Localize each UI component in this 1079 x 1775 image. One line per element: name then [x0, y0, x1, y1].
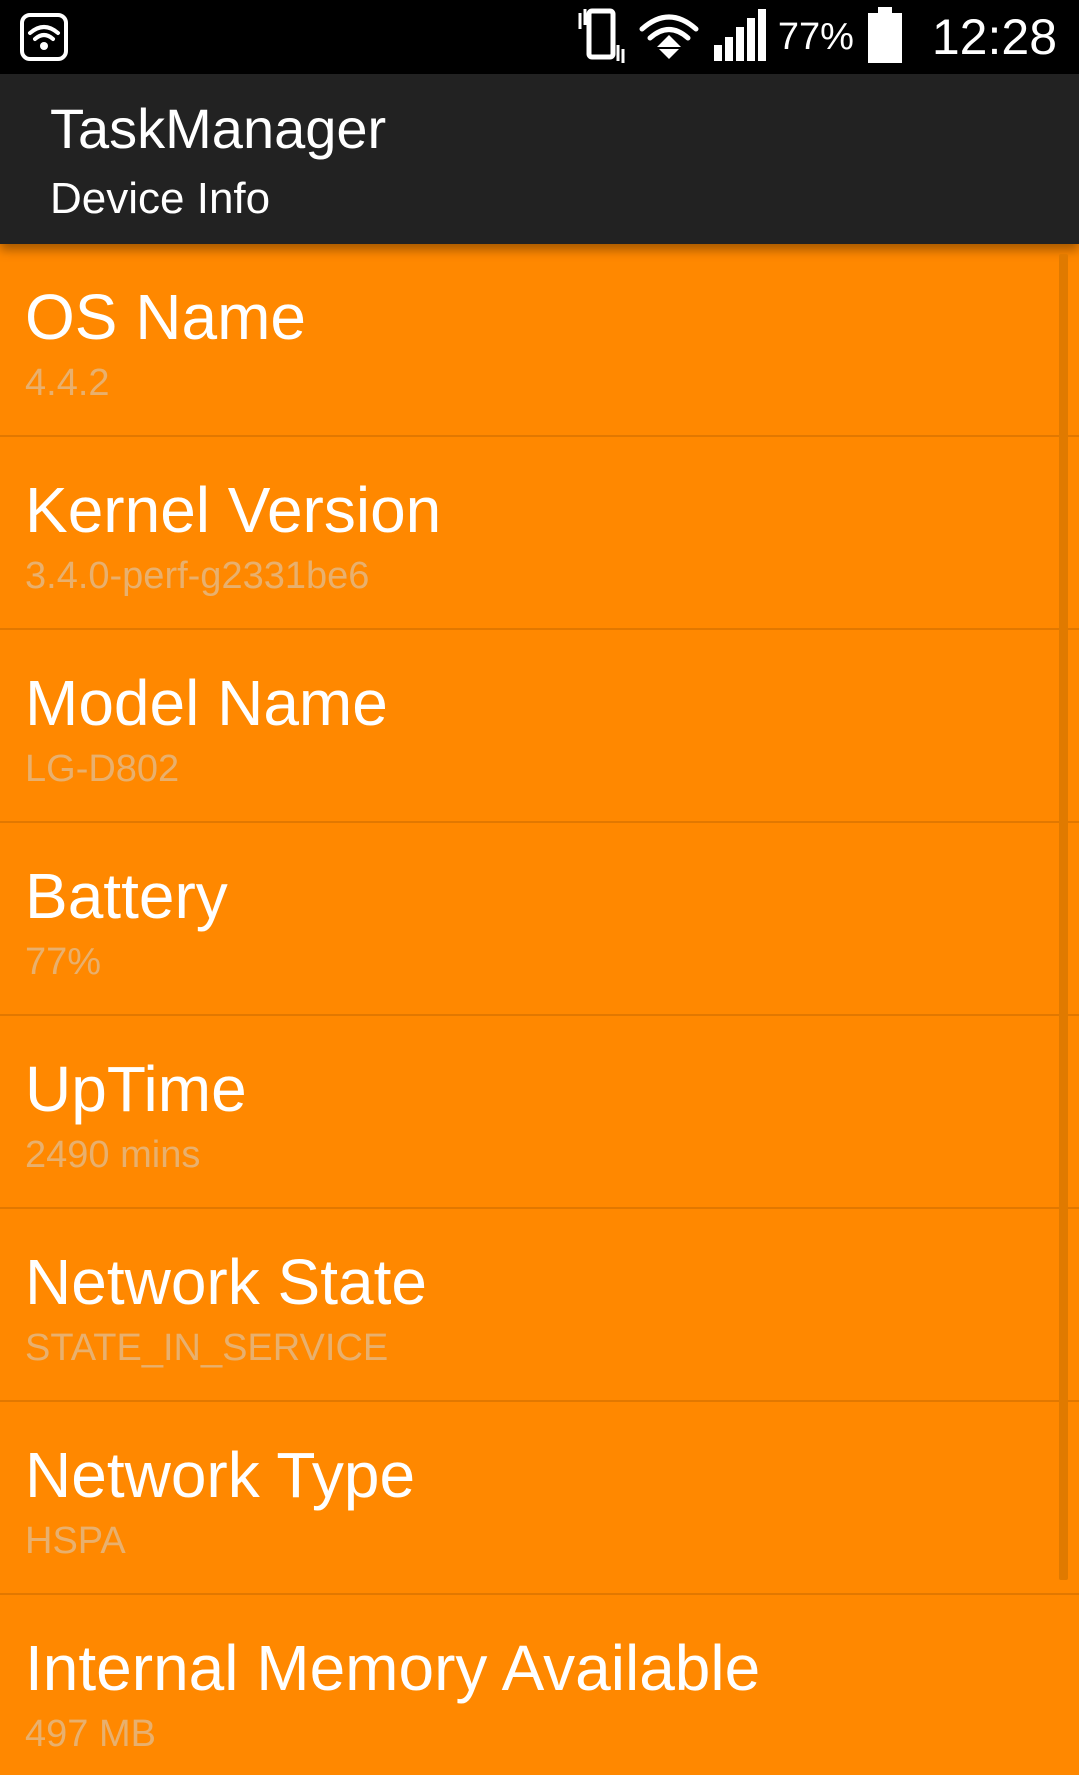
list-item-internal-memory[interactable]: Internal Memory Available 497 MB: [0, 1595, 1079, 1775]
list-item-model-name[interactable]: Model Name LG-D802: [0, 630, 1079, 823]
list-item-kernel-version[interactable]: Kernel Version 3.4.0-perf-g2331be6: [0, 437, 1079, 630]
list-item-uptime[interactable]: UpTime 2490 mins: [0, 1016, 1079, 1209]
clock: 12:28: [931, 9, 1057, 65]
item-value: HSPA: [25, 1520, 126, 1562]
scrollbar[interactable]: [1059, 254, 1068, 1580]
battery-icon: [867, 6, 902, 68]
item-title: Network State: [25, 1246, 427, 1318]
item-title: Model Name: [25, 667, 388, 739]
vibrate-icon: [576, 7, 626, 68]
item-value: 2490 mins: [25, 1134, 201, 1176]
item-title: UpTime: [25, 1053, 247, 1125]
item-value: 4.4.2: [25, 362, 110, 404]
item-title: OS Name: [25, 281, 306, 353]
status-bar: 77% 12:28: [0, 0, 1079, 74]
item-value: 77%: [25, 941, 102, 983]
item-value: STATE_IN_SERVICE: [25, 1327, 389, 1369]
list-item-battery[interactable]: Battery 77%: [0, 823, 1079, 1016]
item-title: Network Type: [25, 1439, 416, 1511]
action-bar: TaskManager Device Info: [0, 74, 1079, 244]
signal-icon: [712, 8, 766, 66]
list-item-os-name[interactable]: OS Name 4.4.2: [0, 244, 1079, 437]
status-icons: 77% 12:28: [576, 0, 1079, 74]
item-title: Internal Memory Available: [25, 1632, 761, 1704]
device-info-list[interactable]: OS Name 4.4.2 Kernel Version 3.4.0-perf-…: [0, 244, 1079, 1775]
wifi-hotspot-icon: [20, 13, 68, 61]
list-item-network-state[interactable]: Network State STATE_IN_SERVICE: [0, 1209, 1079, 1402]
app-title: TaskManager: [50, 97, 387, 160]
wifi-icon: [638, 11, 700, 64]
item-value: 497 MB: [25, 1713, 156, 1755]
item-value: 3.4.0-perf-g2331be6: [25, 555, 370, 597]
item-title: Kernel Version: [25, 474, 442, 546]
list-item-network-type[interactable]: Network Type HSPA: [0, 1402, 1079, 1595]
battery-percent-text: 77%: [777, 15, 854, 58]
item-value: LG-D802: [25, 748, 180, 790]
app-subtitle: Device Info: [50, 174, 271, 223]
item-title: Battery: [25, 860, 228, 932]
